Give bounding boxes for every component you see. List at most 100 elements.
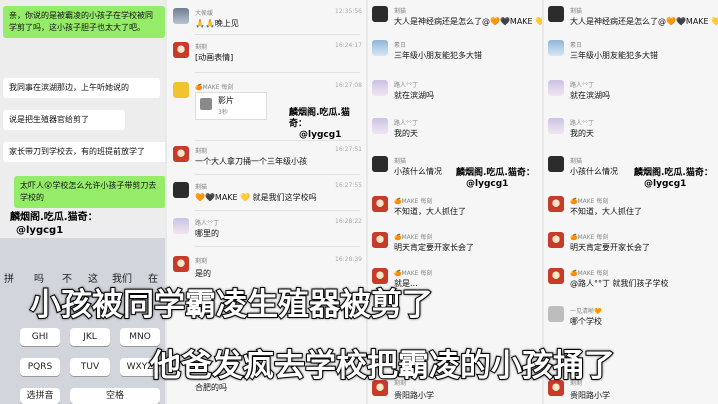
avatar bbox=[372, 40, 388, 56]
message-text: 我的天 bbox=[570, 129, 594, 138]
message-text: 三年级小朋友能犯多大错 bbox=[394, 51, 482, 60]
watermark: 麟烟阁.吃瓜.猫奇： @lygcg1 bbox=[289, 108, 366, 141]
key-tuv[interactable]: TUV bbox=[70, 358, 110, 376]
avatar bbox=[372, 118, 388, 134]
message-text: 不知道，大人抓住了 bbox=[394, 207, 466, 216]
message-text: 大人是神经病还是怎么了@🧡🖤MAKE 💛 bbox=[394, 17, 542, 26]
chat-bubble: 亲，你说的是被霸凌的小孩子在学校被同学剪了吗，这小孩子胆子也太大了吧。 bbox=[3, 6, 165, 38]
sender-name: 路人°°丁 bbox=[394, 120, 419, 127]
sender-name: 素日 bbox=[570, 42, 583, 49]
message-text: [动画表情] bbox=[195, 53, 234, 62]
video-icon bbox=[200, 98, 212, 110]
key-ghi[interactable]: GHI bbox=[20, 328, 60, 346]
divider bbox=[195, 72, 360, 73]
message-text: 小孩什么情况 bbox=[394, 167, 442, 176]
watermark-line1: 麟烟阁.吃瓜.猫奇： bbox=[10, 212, 98, 223]
avatar bbox=[173, 82, 189, 98]
avatar bbox=[173, 42, 189, 58]
caption-line-2: 他爸发疯去学校把霸凌的小孩捅了 bbox=[149, 347, 616, 385]
chat-bubble: 太吓人😮学校怎么允许小孩子带剪刀去学校的 bbox=[14, 176, 165, 208]
message-text: 我的天 bbox=[394, 129, 418, 138]
sender-name: 素日 bbox=[394, 42, 407, 49]
divider bbox=[195, 140, 360, 141]
avatar bbox=[548, 156, 564, 172]
watermark: 麟烟阁.吃瓜.猫奇： @lygcg1 bbox=[456, 168, 535, 190]
timestamp: 16:27:08 bbox=[335, 82, 362, 89]
sender-name: 🍊MAKE 每刻 bbox=[570, 234, 609, 241]
avatar bbox=[372, 232, 388, 248]
video-duration: 3秒 bbox=[218, 109, 228, 116]
watermark-line2: @lygcg1 bbox=[644, 179, 687, 189]
avatar bbox=[173, 218, 189, 234]
avatar bbox=[372, 6, 388, 22]
chat-bubble: 我同事在滨湖那边，上午听她说的 bbox=[3, 78, 160, 98]
timestamp: 16:24:17 bbox=[335, 42, 362, 49]
message-text: 🙏🙏晚上见 bbox=[195, 19, 239, 28]
key-space[interactable]: 空格 bbox=[70, 388, 160, 404]
chat-bubble: 家长带刀到学校去，有的班提前放学了 bbox=[3, 142, 165, 162]
message-text: 是的 bbox=[195, 269, 211, 278]
key-pqrs[interactable]: PQRS bbox=[20, 358, 60, 376]
avatar bbox=[548, 40, 564, 56]
watermark-line1: 麟烟阁.吃瓜.猫奇： bbox=[456, 168, 535, 178]
divider bbox=[195, 34, 360, 35]
avatar bbox=[372, 80, 388, 96]
watermark: 麟烟阁.吃瓜.猫奇： @lygcg1 bbox=[10, 211, 98, 237]
divider bbox=[195, 174, 360, 175]
watermark-line2: @lygcg1 bbox=[466, 179, 509, 189]
sender-name: 剩猫 bbox=[570, 8, 583, 15]
avatar bbox=[173, 182, 189, 198]
chat-bubble: 说是把生殖器官给剪了 bbox=[3, 110, 125, 130]
sender-name: 路人°°丁 bbox=[570, 82, 595, 89]
candidate[interactable]: 拼 bbox=[4, 270, 14, 285]
divider bbox=[195, 210, 360, 211]
message-text: 贵阳路小学 bbox=[394, 391, 434, 400]
sender-name: 路人°°丁 bbox=[394, 82, 419, 89]
timestamp: 16:27:51 bbox=[335, 146, 362, 153]
video-title: 影片 bbox=[218, 96, 234, 105]
sender-name: 剩猫 bbox=[570, 158, 583, 165]
sender-name: 剩剩 bbox=[195, 44, 208, 51]
message-text: 就在滨湖吗 bbox=[570, 91, 610, 100]
sender-name: 剩猫 bbox=[394, 8, 407, 15]
sender-name: 路人°°丁 bbox=[570, 120, 595, 127]
sender-name: 剩剩 bbox=[195, 258, 208, 265]
timestamp: 16:27:55 bbox=[335, 182, 362, 189]
message-text: 大人是神经病还是怎么了@🧡🖤MAKE 💛 bbox=[570, 17, 718, 26]
sender-name: 🍊MAKE 每刻 bbox=[394, 270, 433, 277]
message-text: 🧡🖤MAKE 💛 就是我们这学校吗 bbox=[195, 193, 317, 202]
message-text: 就在滨湖吗 bbox=[394, 91, 434, 100]
watermark-line2: @lygcg1 bbox=[16, 225, 64, 236]
sender-name: 路人°°丁 bbox=[195, 220, 220, 227]
message-text: 三年级小朋友能犯多大错 bbox=[570, 51, 658, 60]
sender-name: 🍊MAKE 每刻 bbox=[570, 270, 609, 277]
message-text: 小孩什么情况 bbox=[570, 167, 618, 176]
message-text: 明天肯定要开家长会了 bbox=[570, 243, 650, 252]
message-text: 贵阳路小学 bbox=[570, 391, 610, 400]
key-jkl[interactable]: JKL bbox=[70, 328, 110, 346]
watermark-line1: 麟烟阁.吃瓜.猫奇： bbox=[289, 108, 350, 129]
message-text: 一个大人拿刀捅一个三年级小孩 bbox=[195, 157, 307, 166]
avatar bbox=[548, 232, 564, 248]
avatar bbox=[173, 8, 189, 24]
watermark-line1: 麟烟阁.吃瓜.猫奇： bbox=[634, 168, 713, 178]
sender-name: 大侯缓 bbox=[195, 10, 214, 17]
avatar bbox=[173, 256, 189, 272]
message-text: 不知道，大人抓住了 bbox=[570, 207, 642, 216]
sender-name: 剩猫 bbox=[195, 184, 208, 191]
watermark: 麟烟阁.吃瓜.猫奇： @lygcg1 bbox=[634, 168, 713, 190]
sender-name: 剩猫 bbox=[394, 158, 407, 165]
sender-name: 🍊MAKE 每刻 bbox=[570, 198, 609, 205]
timestamp: 12:35:56 bbox=[335, 8, 362, 15]
divider bbox=[195, 246, 360, 247]
sender-name: 🍊MAKE 每刻 bbox=[195, 84, 234, 91]
avatar bbox=[548, 80, 564, 96]
chat-panel-1: 亲，你说的是被霸凌的小孩子在学校被同学剪了吗，这小孩子胆子也太大了吧。 我同事在… bbox=[0, 0, 165, 404]
avatar bbox=[548, 196, 564, 212]
message-text: 哪里的 bbox=[195, 229, 219, 238]
sender-name: 🍊MAKE 每刻 bbox=[394, 198, 433, 205]
caption-line-1: 小孩被同学霸凌生殖器被剪了 bbox=[29, 286, 434, 324]
video-card[interactable]: 影片 3秒 bbox=[195, 92, 267, 120]
key-select-pinyin[interactable]: 选拼音 bbox=[20, 388, 60, 404]
avatar bbox=[372, 196, 388, 212]
